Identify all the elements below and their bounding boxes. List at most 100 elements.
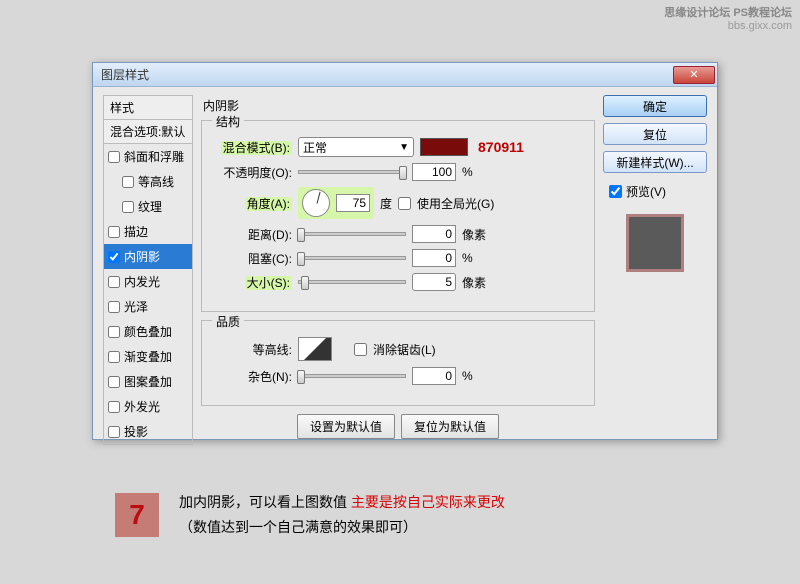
angle-label: 角度(A): [214,195,292,212]
style-item-8[interactable]: 渐变叠加 [104,344,192,369]
right-panel: 确定 复位 新建样式(W)... 预览(V) [603,95,707,431]
blend-mode-value: 正常 [303,139,327,156]
style-checkbox[interactable] [108,426,120,438]
style-item-5[interactable]: 内发光 [104,269,192,294]
structure-legend: 结构 [212,113,244,130]
distance-input[interactable]: 0 [412,225,456,243]
opacity-unit: % [462,165,473,179]
caption-line1b: 主要是按自己实际来更改 [351,494,505,510]
size-label: 大小(S): [214,274,292,291]
size-input[interactable]: 5 [412,273,456,291]
preview-swatch [626,214,684,272]
angle-unit: 度 [380,195,392,212]
caption-line2: （数值达到一个自己满意的效果即可） [179,515,505,540]
noise-slider[interactable] [298,374,406,378]
style-item-label: 描边 [124,223,148,240]
style-checkbox[interactable] [108,351,120,363]
dialog-title: 图层样式 [101,66,149,83]
choke-unit: % [462,251,473,265]
style-item-0[interactable]: 斜面和浮雕 [104,144,192,169]
blend-mode-select[interactable]: 正常 ▼ [298,137,414,157]
step-number: 7 [115,493,159,537]
style-item-label: 等高线 [138,173,174,190]
antialias-checkbox[interactable] [354,343,367,356]
watermark-line1: 思缘设计论坛 PS教程论坛 [664,4,792,20]
noise-unit: % [462,369,473,383]
style-item-1[interactable]: 等高线 [104,169,192,194]
contour-label: 等高线: [214,341,292,358]
style-checkbox[interactable] [108,326,120,338]
blend-mode-label: 混合模式(B): [214,139,292,156]
noise-label: 杂色(N): [214,368,292,385]
style-item-label: 图案叠加 [124,373,172,390]
style-checkbox[interactable] [108,276,120,288]
ok-button[interactable]: 确定 [603,95,707,117]
angle-input[interactable]: 75 [336,194,370,212]
global-light-checkbox[interactable] [398,197,411,210]
style-item-2[interactable]: 纹理 [104,194,192,219]
style-checkbox[interactable] [108,401,120,413]
reset-button[interactable]: 复位 [603,123,707,145]
style-item-11[interactable]: 投影 [104,419,192,444]
blend-options-default[interactable]: 混合选项:默认 [103,120,193,144]
opacity-input[interactable]: 100 [412,163,456,181]
layer-style-dialog: 图层样式 ✕ 样式 混合选项:默认 斜面和浮雕等高线纹理描边内阴影内发光光泽颜色… [92,62,718,440]
distance-slider[interactable] [298,232,406,236]
opacity-label: 不透明度(O): [214,164,292,181]
global-light-label: 使用全局光(G) [417,195,494,212]
distance-unit: 像素 [462,226,486,243]
angle-dial[interactable] [302,189,330,217]
style-item-3[interactable]: 描边 [104,219,192,244]
contour-picker[interactable] [298,337,332,361]
quality-legend: 品质 [212,313,244,330]
quality-group: 品质 等高线: 消除锯齿(L) 杂色(N): 0 % [201,320,595,406]
style-item-label: 颜色叠加 [124,323,172,340]
settings-panel: 内阴影 结构 混合模式(B): 正常 ▼ 870911 不透明度(O): 100 [201,95,595,431]
watermark-line2: bbs.gixx.com [664,20,792,32]
tutorial-caption: 7 加内阴影，可以看上图数值 主要是按自己实际来更改 （数值达到一个自己满意的效… [115,490,505,540]
watermark: 思缘设计论坛 PS教程论坛 bbs.gixx.com [664,4,792,32]
restore-default-button[interactable]: 复位为默认值 [401,414,499,439]
size-slider[interactable] [298,280,406,284]
caption-line1a: 加内阴影，可以看上图数值 [179,494,351,510]
styles-list: 样式 混合选项:默认 斜面和浮雕等高线纹理描边内阴影内发光光泽颜色叠加渐变叠加图… [103,95,193,431]
style-item-label: 外发光 [124,398,160,415]
style-item-label: 投影 [124,423,148,440]
panel-title: 内阴影 [201,95,595,120]
style-item-label: 内发光 [124,273,160,290]
style-item-7[interactable]: 颜色叠加 [104,319,192,344]
choke-label: 阻塞(C): [214,250,292,267]
style-checkbox[interactable] [122,201,134,213]
preview-checkbox[interactable] [609,185,622,198]
style-item-6[interactable]: 光泽 [104,294,192,319]
dropdown-arrow-icon: ▼ [399,142,409,153]
style-checkbox[interactable] [122,176,134,188]
opacity-slider[interactable] [298,170,406,174]
close-button[interactable]: ✕ [673,66,715,84]
annotation-number: 870911 [478,139,524,155]
color-swatch[interactable] [420,138,468,156]
styles-header[interactable]: 样式 [103,95,193,120]
set-default-button[interactable]: 设置为默认值 [297,414,395,439]
style-checkbox[interactable] [108,301,120,313]
structure-group: 结构 混合模式(B): 正常 ▼ 870911 不透明度(O): 100 % [201,120,595,312]
choke-input[interactable]: 0 [412,249,456,267]
distance-label: 距离(D): [214,226,292,243]
style-item-label: 斜面和浮雕 [124,148,184,165]
style-checkbox[interactable] [108,151,120,163]
new-style-button[interactable]: 新建样式(W)... [603,151,707,173]
style-item-4[interactable]: 内阴影 [104,244,192,269]
noise-input[interactable]: 0 [412,367,456,385]
size-unit: 像素 [462,274,486,291]
style-item-label: 内阴影 [124,248,160,265]
style-checkbox[interactable] [108,226,120,238]
style-item-label: 光泽 [124,298,148,315]
style-item-label: 渐变叠加 [124,348,172,365]
style-checkbox[interactable] [108,376,120,388]
titlebar[interactable]: 图层样式 ✕ [93,63,717,87]
antialias-label: 消除锯齿(L) [373,341,436,358]
choke-slider[interactable] [298,256,406,260]
style-item-9[interactable]: 图案叠加 [104,369,192,394]
style-item-10[interactable]: 外发光 [104,394,192,419]
style-checkbox[interactable] [108,251,120,263]
